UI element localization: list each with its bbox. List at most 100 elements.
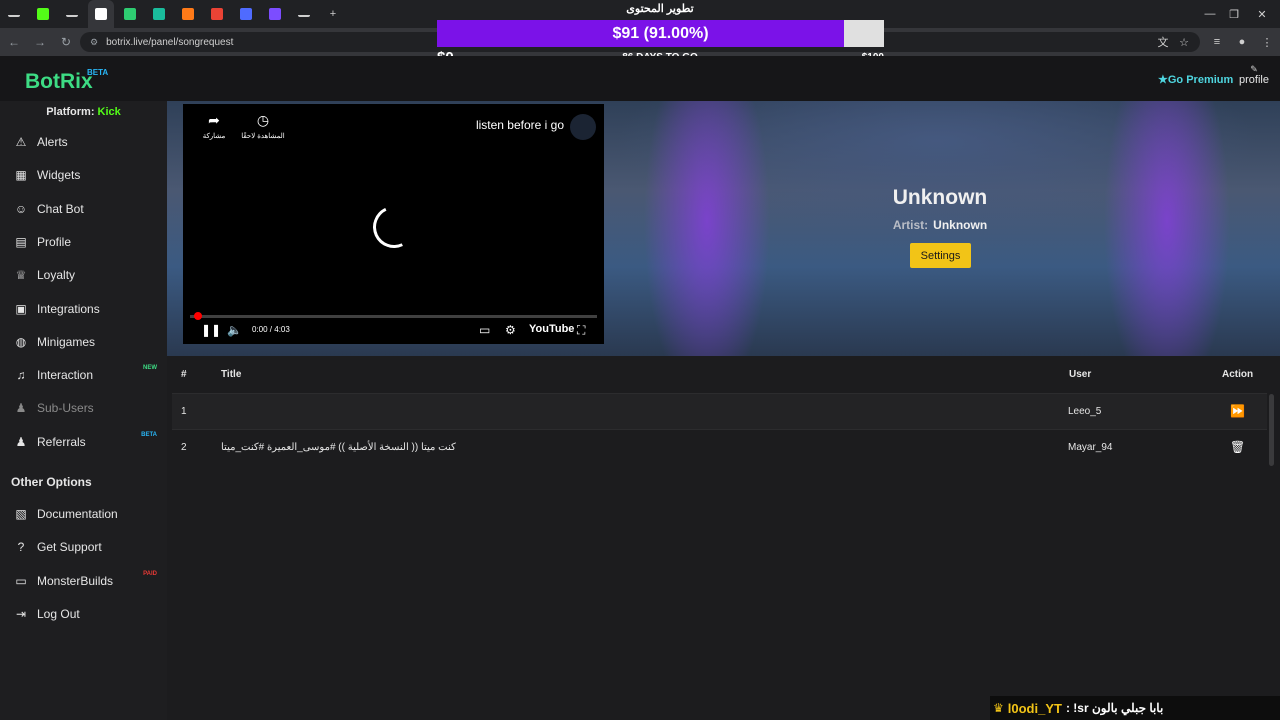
row-user: Leeo_5 xyxy=(1068,406,1102,417)
sidebar-item-chat-bot[interactable]: ☺ Chat Bot xyxy=(0,194,167,224)
column-header-action: Action xyxy=(1222,369,1254,380)
sidebar-item-label: Minigames xyxy=(37,334,96,349)
referrals-icon: ♟ xyxy=(15,434,27,449)
orange-app-icon[interactable] xyxy=(175,0,201,28)
star-icon: ★ xyxy=(1158,74,1168,86)
sidebar-item-sub-users[interactable]: ♟ Sub-Users xyxy=(0,393,167,423)
settings-button[interactable]: Settings xyxy=(910,243,971,268)
video-title[interactable]: listen before i go xyxy=(476,118,564,132)
new-tab-button[interactable]: + xyxy=(320,0,346,28)
skip-forward-icon[interactable]: ⏩ xyxy=(1230,404,1245,418)
sidebar-item-label: Loyalty xyxy=(37,268,76,283)
share-icon: ➦ xyxy=(208,112,220,128)
platform-label: Platform: xyxy=(46,106,95,118)
captions-icon[interactable]: ▭ xyxy=(479,323,490,337)
channel-avatar[interactable] xyxy=(570,114,596,140)
sidebar-badge: BETA xyxy=(141,431,157,438)
sidebar-item-referrals[interactable]: ♟ Referrals BETA xyxy=(0,427,167,457)
sidebar-item-minigames[interactable]: ◍ Minigames xyxy=(0,327,167,357)
sidebar-item-label: Sub-Users xyxy=(37,401,94,416)
chevron-down-icon[interactable] xyxy=(1,0,27,28)
scroll-icon: ▧ xyxy=(15,507,27,521)
chat-message: : !sr بابا جبلي بالون xyxy=(1065,701,1164,715)
pause-icon[interactable]: ❚❚ xyxy=(201,323,221,337)
url-text: botrix.live/panel/songrequest xyxy=(106,36,234,48)
sidebar-item-label: Referrals xyxy=(37,434,86,449)
gmail-icon[interactable] xyxy=(204,0,230,28)
warning-icon: ⚠ xyxy=(15,135,27,149)
row-user: Mayar_94 xyxy=(1068,442,1113,453)
row-index: 1 xyxy=(181,406,187,417)
watch-later-button[interactable]: ◷ المشاهدة لاحقًا xyxy=(240,112,286,140)
sidebar-item-integrations[interactable]: ▣ Integrations xyxy=(0,294,167,324)
chat-ticker: ♛ l0odi_YT : !sr بابا جبلي بالون xyxy=(990,696,1280,720)
share-label: مشاركة xyxy=(202,133,226,140)
browser-menu-icon[interactable]: ⋮ xyxy=(1256,28,1278,56)
sidebar-item-log-out[interactable]: ⇥ Log Out xyxy=(0,599,167,629)
clock-icon: ◷ xyxy=(256,112,270,128)
sidebar-item-widgets[interactable]: ▦ Widgets xyxy=(0,160,167,190)
profile-link[interactable]: ✎ profile xyxy=(1238,64,1270,86)
id-card-icon: ▤ xyxy=(15,234,27,249)
sidebar-item-interaction[interactable]: ♫ Interaction NEW xyxy=(0,360,167,390)
profile-label: profile xyxy=(1239,74,1269,86)
media-controls-icon[interactable]: ≡ xyxy=(1206,28,1228,56)
sidebar-item-label: Integrations xyxy=(37,301,100,316)
settings-gear-icon[interactable]: ⚙ xyxy=(505,323,516,337)
sidebar-item-label: Interaction xyxy=(37,368,94,383)
donation-goal-amount: $91 (91.00%) xyxy=(612,25,709,42)
column-header-index: # xyxy=(181,369,187,380)
donation-goal-bar: $91 (91.00%) xyxy=(437,20,884,47)
youtube-logo[interactable]: YouTube xyxy=(529,323,574,335)
close-icon[interactable]: ✕ xyxy=(1245,0,1279,28)
artist-value: Unknown xyxy=(933,218,988,232)
shield-app-icon[interactable] xyxy=(233,0,259,28)
go-premium-link[interactable]: ★Go Premium xyxy=(1158,73,1233,86)
song-title: Unknown xyxy=(892,186,988,209)
back-icon[interactable]: ← xyxy=(2,28,26,56)
column-header-title: Title xyxy=(221,369,242,380)
gamepad-icon: ◍ xyxy=(15,334,27,349)
forward-icon[interactable]: → xyxy=(28,28,52,56)
fullscreen-icon[interactable]: ⛶ xyxy=(577,323,585,338)
trophy-icon: ♕ xyxy=(15,268,27,283)
other-options-heading: Other Options xyxy=(11,475,92,489)
share-button[interactable]: ➦ مشاركة xyxy=(191,112,237,140)
kick-icon[interactable] xyxy=(30,0,56,28)
sidebar-item-alerts[interactable]: ⚠ Alerts xyxy=(0,127,167,157)
logout-icon: ⇥ xyxy=(15,606,27,621)
donation-goal-title: تطوير المحتوى xyxy=(626,3,694,15)
laptop-icon: ▭ xyxy=(15,573,27,588)
speaker-icon[interactable] xyxy=(59,0,85,28)
botrix-logo[interactable]: BotRix xyxy=(25,70,93,94)
video-progress-handle[interactable] xyxy=(194,312,202,320)
account-avatar-icon[interactable]: ● xyxy=(1231,28,1253,56)
purple-app-icon[interactable] xyxy=(262,0,288,28)
reload-icon[interactable]: ↻ xyxy=(54,28,78,56)
robot-icon: ☺ xyxy=(14,201,28,216)
bookmark-star-icon[interactable]: ☆ xyxy=(1173,28,1195,56)
green-app-icon[interactable] xyxy=(117,0,143,28)
sidebar-item-get-support[interactable]: ? Get Support xyxy=(0,532,167,562)
botrix-icon[interactable] xyxy=(88,0,114,28)
question-icon: ? xyxy=(17,540,25,555)
users-icon: ♟ xyxy=(15,401,27,416)
sidebar-item-loyalty[interactable]: ♕ Loyalty xyxy=(0,260,167,290)
translate-icon[interactable]: 文 xyxy=(1152,28,1174,56)
sidebar-item-profile[interactable]: ▤ Profile xyxy=(0,227,167,257)
green-window-icon[interactable] xyxy=(146,0,172,28)
column-header-user: User xyxy=(1069,369,1092,380)
artist-label: Artist: xyxy=(892,218,929,232)
sidebar-item-label: Alerts xyxy=(37,135,68,149)
logo-beta-badge: BETA xyxy=(87,68,109,77)
sidebar-item-documentation[interactable]: ▧ Documentation xyxy=(0,499,167,529)
video-progress-bar[interactable] xyxy=(190,312,597,320)
youtube-player[interactable]: ➦ مشاركة ◷ المشاهدة لاحقًا listen before… xyxy=(183,104,604,344)
tab-icon[interactable] xyxy=(291,0,317,28)
site-info-icon[interactable]: ⚙ xyxy=(90,37,98,48)
sidebar-badge: PAID xyxy=(143,570,157,577)
trash-icon[interactable]: 🗑 xyxy=(1230,440,1245,454)
queue-scrollbar[interactable] xyxy=(1269,394,1274,466)
volume-icon[interactable]: 🔈 xyxy=(227,323,242,337)
sidebar-item-monsterbuilds[interactable]: ▭ MonsterBuilds PAID xyxy=(0,566,167,596)
